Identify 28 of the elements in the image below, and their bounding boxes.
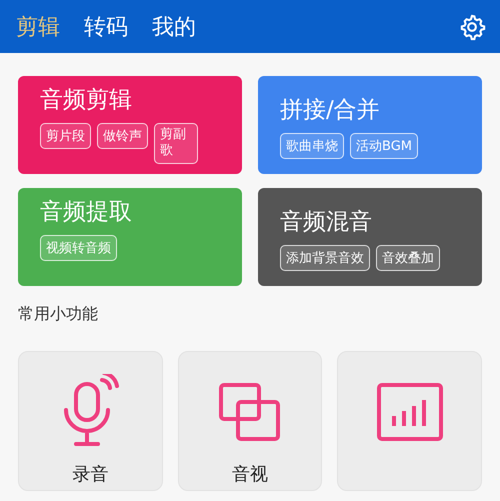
card-title: 音频提取 <box>40 198 132 227</box>
feature-tag[interactable]: 歌曲串烧 <box>280 133 344 159</box>
card-title: 音频剪辑 <box>40 86 132 115</box>
feature-tag[interactable]: 剪副歌 <box>154 123 198 164</box>
feature-tag[interactable]: 做铃声 <box>97 123 148 149</box>
feature-card[interactable]: 音频混音 添加背景音效 音效叠加 <box>258 188 482 286</box>
tool-tile[interactable]: 录音 <box>18 351 163 491</box>
overlapping-squares-icon <box>218 382 282 442</box>
tab[interactable]: 转码 <box>82 10 130 44</box>
tool-tile[interactable]: 音视 <box>178 351 322 491</box>
card-title: 音频混音 <box>280 208 372 237</box>
feature-tag[interactable]: 音效叠加 <box>376 245 440 271</box>
tool-tile[interactable] <box>337 351 482 491</box>
feature-tag[interactable]: 活动BGM <box>350 133 418 159</box>
feature-tag[interactable]: 添加背景音效 <box>280 245 370 271</box>
feature-card[interactable]: 音频剪辑 剪片段 做铃声 剪副歌 <box>18 76 242 174</box>
tab[interactable]: 剪辑 <box>14 10 62 44</box>
tool-label: 音视 <box>232 463 268 486</box>
card-title: 拼接/合并 <box>280 96 380 125</box>
feature-card[interactable]: 拼接/合并 歌曲串烧 活动BGM <box>258 76 482 174</box>
section-title: 常用小功能 <box>18 304 98 325</box>
feature-card[interactable]: 音频提取 视频转音频 <box>18 188 242 286</box>
bar-chart-icon <box>376 382 444 442</box>
tool-label: 录音 <box>72 463 108 486</box>
feature-tag[interactable]: 剪片段 <box>40 123 91 149</box>
tab[interactable]: 我的 <box>150 10 198 44</box>
settings-icon[interactable] <box>458 12 486 40</box>
feature-tag[interactable]: 视频转音频 <box>40 235 117 261</box>
